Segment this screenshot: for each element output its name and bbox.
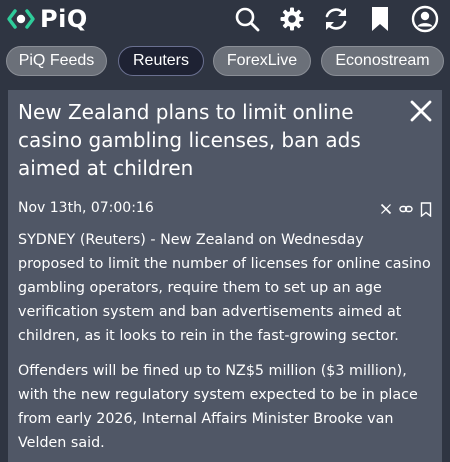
tab-reuters[interactable]: Reuters [118,46,204,76]
search-icon[interactable] [232,4,262,34]
tab-econostream[interactable]: Econostream [321,46,444,76]
bookmark-icon[interactable] [365,4,395,34]
article-title: New Zealand plans to limit online casino… [18,100,361,180]
link-icon[interactable] [398,201,414,217]
logo-text: PiQ [40,5,88,33]
article-paragraph: SYDNEY (Reuters) - New Zealand on Wednes… [18,232,431,344]
logo-mark-icon [7,9,35,29]
refresh-icon[interactable] [321,4,351,34]
source-tabs: PiQ Feeds Reuters ForexLive Econostream [0,46,450,78]
tab-piq-feeds[interactable]: PiQ Feeds [6,46,107,76]
top-bar: PiQ [0,0,450,40]
article-actions [378,200,434,218]
article-card: New Zealand plans to limit online casino… [8,90,442,462]
article-bookmark-icon[interactable] [418,201,434,217]
article-date: Nov 13th, 07:00:16 [18,200,154,216]
gear-icon[interactable] [277,4,307,34]
logo[interactable]: PiQ [6,4,88,34]
x-share-icon[interactable] [378,201,394,217]
tab-forexlive[interactable]: ForexLive [213,46,311,76]
close-icon[interactable] [408,98,434,124]
profile-icon[interactable] [410,4,440,34]
article-paragraph: Offenders will be fined up to NZ$5 milli… [18,363,418,451]
article-body: SYDNEY (Reuters) - New Zealand on Wednes… [18,228,432,462]
